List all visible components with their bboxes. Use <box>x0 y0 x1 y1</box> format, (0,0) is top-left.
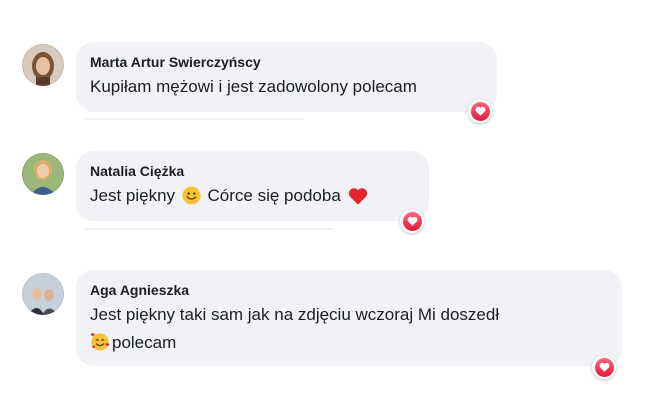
comment-text: Kupiłam mężowi i jest zadowolony polecam <box>90 77 417 96</box>
comment-bubble: Marta Artur Swierczyńscy Kupiłam mężowi … <box>76 42 497 112</box>
comment-author[interactable]: Marta Artur Swierczyńscy <box>90 53 483 71</box>
comment-bubble: Natalia Ciężka Jest piękny Córce się pod… <box>76 151 429 221</box>
divider <box>84 228 334 230</box>
avatar-photo <box>22 44 64 86</box>
comment-text-part: Jest piękny <box>90 186 176 205</box>
smiling-face-emoji <box>182 186 201 213</box>
smiling-face-with-hearts-emoji <box>90 332 110 360</box>
avatar[interactable] <box>22 153 64 195</box>
avatar-photo <box>22 273 64 315</box>
comment-text-line-1: Jest piękny taki sam jak na zdjęciu wczo… <box>90 305 500 324</box>
heart-reaction-icon[interactable] <box>592 355 616 379</box>
comment-text-line-2: polecam <box>90 330 608 360</box>
divider <box>84 118 304 120</box>
comment-text: Jest piękny Córce się podoba <box>90 183 415 213</box>
avatar-photo <box>22 153 64 195</box>
avatar[interactable] <box>22 273 64 315</box>
heart-reaction-icon[interactable] <box>400 209 424 233</box>
heart-reaction-icon[interactable] <box>468 99 492 123</box>
comment-text-part: Córce się podoba <box>207 186 341 205</box>
comment-author[interactable]: Natalia Ciężka <box>90 162 415 180</box>
red-heart-emoji <box>348 187 368 213</box>
comment-text-part: polecam <box>112 333 177 352</box>
comment-author[interactable]: Aga Agnieszka <box>90 281 608 299</box>
comment-bubble: Aga Agnieszka Jest piękny taki sam jak n… <box>76 270 622 366</box>
avatar[interactable] <box>22 44 64 86</box>
